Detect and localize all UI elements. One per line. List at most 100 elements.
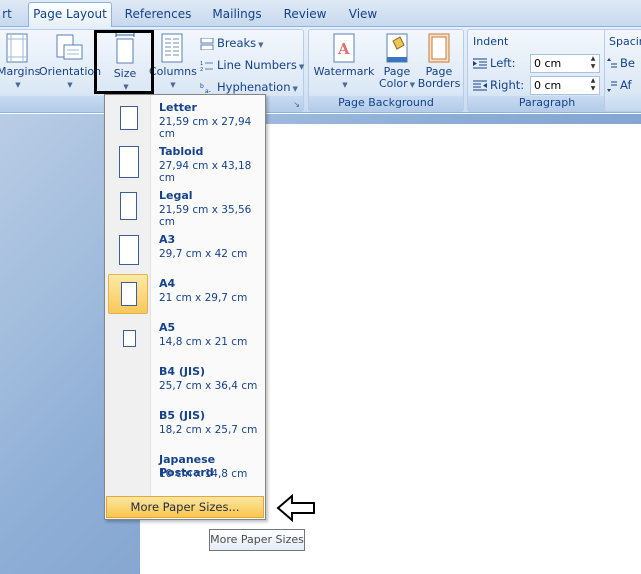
paper-name: B4 (JIS) bbox=[159, 365, 206, 378]
spacing-after-label: Af bbox=[620, 78, 632, 92]
margins-button[interactable]: Margins ▼ bbox=[0, 33, 41, 91]
orientation-icon bbox=[56, 34, 83, 60]
svg-text:b: b bbox=[200, 83, 204, 90]
watermark-button[interactable]: A Watermark ▼ bbox=[313, 33, 375, 91]
paper-legal-icon bbox=[120, 192, 137, 220]
spacing-before-label: Be bbox=[620, 56, 635, 70]
chevron-down-icon: ▼ bbox=[170, 81, 176, 89]
orientation-label: Orientation bbox=[39, 65, 102, 78]
line-numbers-icon: 12 bbox=[200, 61, 213, 72]
svg-text:a-: a- bbox=[205, 88, 211, 94]
group-label-page-background: Page Background bbox=[309, 96, 463, 111]
spacing-after-row[interactable]: Af bbox=[607, 76, 632, 94]
page-color-button[interactable]: Page Color ▼ bbox=[377, 33, 417, 91]
paper-dimensions: 21 cm x 29,7 cm bbox=[159, 292, 248, 304]
spinner-arrows-icon[interactable]: ▲ ▼ bbox=[588, 77, 598, 94]
tab-mailings[interactable]: Mailings bbox=[207, 5, 267, 27]
spacing-before-icon bbox=[607, 57, 617, 67]
menu-item-letter[interactable]: Letter 21,59 cm x 27,94 cm bbox=[107, 97, 263, 140]
line-numbers-label: Line Numbers bbox=[217, 58, 297, 72]
tab-review[interactable]: Review bbox=[280, 5, 330, 27]
chevron-down-icon: ▼ bbox=[258, 41, 264, 49]
paper-name: A3 bbox=[159, 233, 176, 246]
paper-dimensions: 29,7 cm x 42 cm bbox=[159, 248, 248, 260]
paper-dimensions: 27,94 cm x 43,18 cm bbox=[159, 160, 252, 184]
margins-label: Margins bbox=[0, 65, 41, 78]
paper-name: Legal bbox=[159, 189, 193, 202]
spacing-after-icon bbox=[607, 81, 617, 92]
spacing-heading: Spacin bbox=[609, 35, 641, 48]
ribbon-tab-bar: rt Page Layout References Mailings Revie… bbox=[0, 0, 641, 28]
breaks-button[interactable]: Breaks ▼ bbox=[200, 34, 264, 52]
page-borders-label-line2: Borders bbox=[417, 77, 461, 90]
indent-left-value: 0 cm bbox=[534, 57, 562, 70]
indent-right-row: Right: bbox=[473, 76, 524, 94]
pointer-arrow-icon bbox=[276, 494, 315, 522]
tab-page-layout[interactable]: Page Layout bbox=[28, 2, 112, 28]
tab-insert[interactable]: rt bbox=[0, 5, 14, 27]
chevron-down-icon: ▼ bbox=[67, 81, 73, 89]
indent-right-icon bbox=[473, 80, 487, 90]
paper-dimensions: 10 cm x 14,8 cm bbox=[159, 468, 248, 480]
menu-item-a4[interactable]: A4 21 cm x 29,7 cm bbox=[107, 273, 263, 315]
paper-tabloid-icon bbox=[119, 146, 139, 178]
indent-left-input[interactable]: 0 cm ▲ ▼ bbox=[530, 54, 600, 73]
menu-item-tabloid[interactable]: Tabloid 27,94 cm x 43,18 cm bbox=[107, 141, 263, 184]
paper-dimensions: 18,2 cm x 25,7 cm bbox=[159, 424, 258, 436]
paper-dimensions: 14,8 cm x 21 cm bbox=[159, 336, 248, 348]
indent-right-input[interactable]: 0 cm ▲ ▼ bbox=[530, 76, 600, 95]
watermark-icon: A bbox=[333, 33, 355, 63]
breaks-icon bbox=[200, 37, 214, 50]
size-button-highlight bbox=[94, 30, 154, 94]
menu-item-a5[interactable]: A5 14,8 cm x 21 cm bbox=[107, 317, 263, 359]
indent-right-label: Right: bbox=[490, 78, 525, 92]
group-paragraph: Paragraph Indent Left: 0 cm ▲ ▼ Right: 0 … bbox=[467, 29, 627, 112]
page-borders-button[interactable]: Page Borders bbox=[417, 33, 461, 90]
paper-name: Tabloid bbox=[159, 145, 204, 158]
menu-item-b5-jis[interactable]: B5 (JIS) 18,2 cm x 25,7 cm bbox=[107, 405, 263, 447]
menu-item-a3[interactable]: A3 29,7 cm x 42 cm bbox=[107, 229, 263, 271]
page-color-label-line2: Color bbox=[378, 77, 408, 90]
tab-view[interactable]: View bbox=[343, 5, 383, 27]
menu-item-legal[interactable]: Legal 21,59 cm x 35,56 cm bbox=[107, 185, 263, 228]
orientation-button[interactable]: Orientation ▼ bbox=[39, 33, 102, 91]
spacing-before-row[interactable]: Be bbox=[607, 54, 635, 72]
columns-button[interactable]: Columns ▼ bbox=[149, 33, 197, 91]
tab-references[interactable]: References bbox=[122, 5, 194, 27]
size-dropdown-menu: Letter 21,59 cm x 27,94 cm Tabloid 27,94… bbox=[104, 94, 266, 520]
dialog-launcher-icon[interactable]: ↘ bbox=[293, 100, 300, 109]
group-spacing: Spacin Be Af bbox=[604, 29, 641, 112]
hyphenation-label: Hyphenation bbox=[217, 80, 291, 94]
paper-name: Letter bbox=[159, 101, 197, 114]
svg-text:A: A bbox=[337, 40, 350, 58]
margins-icon bbox=[6, 33, 28, 63]
chevron-down-icon: ▼ bbox=[15, 81, 21, 89]
page-color-icon bbox=[386, 33, 408, 63]
indent-right-value: 0 cm bbox=[534, 79, 562, 92]
indent-left-label: Left: bbox=[490, 56, 516, 70]
hyphenation-icon: ba- bbox=[200, 83, 211, 94]
chevron-down-icon: ▼ bbox=[409, 81, 416, 89]
menu-item-b4-jis[interactable]: B4 (JIS) 25,7 cm x 36,4 cm bbox=[107, 361, 263, 403]
paper-a5-icon bbox=[123, 330, 136, 347]
paper-dimensions: 21,59 cm x 27,94 cm bbox=[159, 116, 252, 140]
svg-text:2: 2 bbox=[200, 67, 203, 72]
menu-item-japanese-postcard[interactable]: Japanese Postcard 10 cm x 14,8 cm bbox=[107, 449, 263, 491]
paper-name: B5 (JIS) bbox=[159, 409, 206, 422]
line-numbers-button[interactable]: 1 2 Line Numbers ▼ bbox=[200, 56, 304, 74]
paper-a4-icon bbox=[121, 282, 137, 306]
paper-name: A4 bbox=[159, 277, 176, 290]
watermark-label: Watermark bbox=[313, 65, 375, 78]
more-paper-sizes-button[interactable]: More Paper Sizes... bbox=[106, 496, 264, 518]
columns-icon bbox=[161, 33, 183, 63]
tooltip-more-paper-sizes: More Paper Sizes bbox=[209, 529, 305, 551]
breaks-label: Breaks bbox=[217, 36, 257, 50]
chevron-down-icon: ▼ bbox=[292, 85, 298, 93]
page-borders-icon bbox=[428, 33, 450, 63]
chevron-down-icon: ▼ bbox=[342, 81, 348, 89]
paper-dimensions: 21,59 cm x 35,56 cm bbox=[159, 204, 252, 228]
group-page-background: Page Background A Watermark ▼ Page Color… bbox=[308, 29, 464, 112]
paper-a3-icon bbox=[119, 235, 139, 265]
indent-heading: Indent bbox=[473, 35, 509, 48]
spinner-arrows-icon[interactable]: ▲ ▼ bbox=[588, 55, 598, 72]
